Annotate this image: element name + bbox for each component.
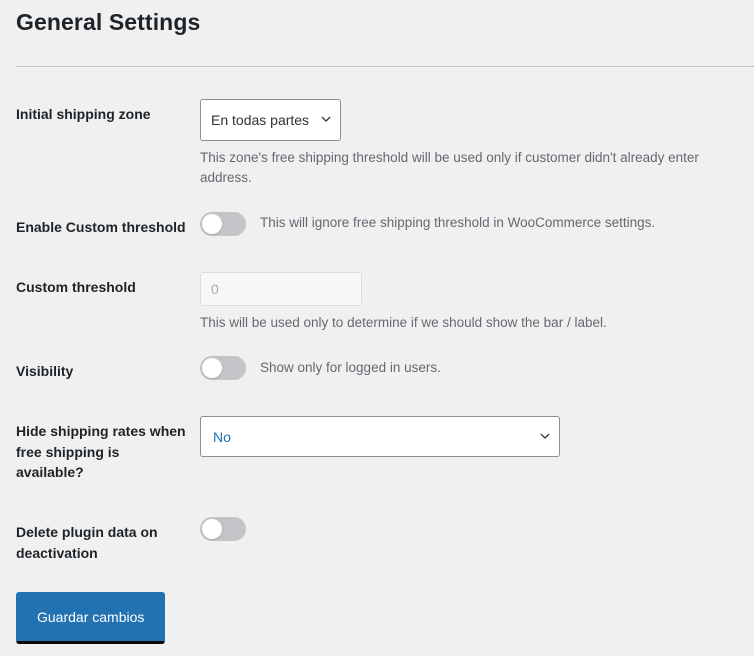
title-divider bbox=[16, 66, 754, 67]
form-row-hide-shipping-rates: Hide shipping rates when free shipping i… bbox=[0, 401, 754, 502]
label-custom-threshold: Custom threshold bbox=[16, 278, 136, 295]
custom-threshold-input[interactable] bbox=[200, 271, 362, 306]
toggle-knob bbox=[202, 213, 222, 234]
toggle-knob bbox=[202, 358, 222, 379]
label-enable-custom-threshold: Enable Custom threshold bbox=[16, 218, 186, 235]
initial-shipping-zone-select-wrap: En todas partes bbox=[200, 99, 341, 141]
field-visibility: Show only for logged in users. bbox=[200, 341, 754, 388]
hide-shipping-rates-select-wrap: No bbox=[200, 416, 560, 458]
form-row-custom-threshold: Custom threshold This will be used only … bbox=[0, 257, 754, 341]
toggle-visibility[interactable] bbox=[200, 356, 246, 381]
field-hide-shipping-rates: No bbox=[200, 401, 754, 465]
description-initial-shipping-zone: This zone's free shipping threshold will… bbox=[200, 150, 699, 186]
label-visibility: Visibility bbox=[16, 363, 74, 380]
field-custom-threshold: This will be used only to determine if w… bbox=[200, 257, 754, 341]
inline-group-delete-plugin-data bbox=[200, 517, 744, 542]
description-custom-threshold: This will be used only to determine if w… bbox=[200, 314, 607, 330]
label-hide-shipping-rates: Hide shipping rates when free shipping i… bbox=[16, 423, 186, 480]
submit-area: Guardar cambios bbox=[16, 592, 166, 644]
form-row-visibility: Visibility Show only for logged in users… bbox=[0, 341, 754, 401]
inline-group-visibility: Show only for logged in users. bbox=[200, 356, 744, 381]
settings-form-table: Initial shipping zone En todas partes Th… bbox=[0, 84, 754, 583]
description-visibility: Show only for logged in users. bbox=[260, 359, 441, 375]
label-initial-shipping-zone: Initial shipping zone bbox=[16, 106, 151, 122]
description-enable-custom-threshold: This will ignore free shipping threshold… bbox=[260, 215, 656, 231]
field-enable-custom-threshold: This will ignore free shipping threshold… bbox=[200, 197, 754, 244]
toggle-knob bbox=[202, 519, 222, 540]
form-row-delete-plugin-data: Delete plugin data on deactivation bbox=[0, 502, 754, 583]
page-title: General Settings bbox=[16, 9, 201, 35]
initial-shipping-zone-select[interactable]: En todas partes bbox=[200, 99, 341, 141]
field-delete-plugin-data bbox=[200, 502, 754, 549]
field-initial-shipping-zone: En todas partes This zone's free shippin… bbox=[200, 84, 754, 197]
label-delete-plugin-data: Delete plugin data on deactivation bbox=[16, 524, 158, 561]
toggle-enable-custom-threshold[interactable] bbox=[200, 211, 246, 236]
inline-group-enable-custom-threshold: This will ignore free shipping threshold… bbox=[200, 211, 744, 236]
save-changes-button[interactable]: Guardar cambios bbox=[16, 592, 166, 644]
toggle-delete-plugin-data[interactable] bbox=[200, 517, 246, 542]
form-row-enable-custom-threshold: Enable Custom threshold This will ignore… bbox=[0, 197, 754, 257]
hide-shipping-rates-select[interactable]: No bbox=[200, 416, 560, 458]
form-row-initial-shipping-zone: Initial shipping zone En todas partes Th… bbox=[0, 84, 754, 197]
